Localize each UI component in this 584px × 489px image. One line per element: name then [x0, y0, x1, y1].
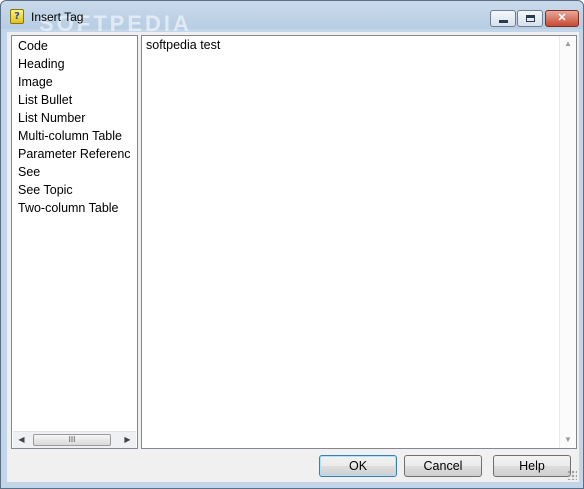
list-item[interactable]: See: [18, 163, 136, 181]
list-item[interactable]: Parameter Referenc: [18, 145, 136, 163]
close-button[interactable]: ✕: [545, 10, 579, 27]
cancel-button[interactable]: Cancel: [404, 455, 482, 477]
app-icon: ?: [10, 9, 24, 24]
scroll-up-icon[interactable]: ▲: [560, 36, 576, 52]
vertical-scrollbar[interactable]: ▲ ▼: [559, 36, 576, 448]
list-item[interactable]: Multi-column Table: [18, 127, 136, 145]
scroll-right-icon[interactable]: ▶: [119, 432, 136, 448]
dialog-client-area: Code Heading Image List Bullet List Numb…: [7, 32, 579, 482]
list-item[interactable]: Heading: [18, 55, 136, 73]
list-item[interactable]: See Topic: [18, 181, 136, 199]
ok-button[interactable]: OK: [319, 455, 397, 477]
resize-grip-icon[interactable]: [567, 470, 577, 480]
title-bar[interactable]: ? SOFTPEDIA Insert Tag ✕: [1, 1, 583, 36]
close-icon: ✕: [557, 12, 567, 24]
minimize-button[interactable]: [490, 10, 516, 27]
horizontal-scrollbar[interactable]: ◀ III ▶: [13, 431, 136, 448]
tag-text-editor[interactable]: softpedia test ▲ ▼: [141, 35, 577, 449]
maximize-button[interactable]: [517, 10, 543, 27]
help-button[interactable]: Help: [493, 455, 571, 477]
list-item[interactable]: Two-column Table: [18, 199, 136, 217]
maximize-icon: [526, 15, 535, 22]
list-item[interactable]: Image: [18, 73, 136, 91]
scroll-left-icon[interactable]: ◀: [13, 432, 30, 448]
list-item[interactable]: Code: [18, 37, 136, 55]
list-item[interactable]: List Bullet: [18, 91, 136, 109]
insert-tag-window: ? SOFTPEDIA Insert Tag ✕ Code Heading Im…: [0, 0, 584, 489]
scroll-down-icon[interactable]: ▼: [560, 432, 576, 448]
list-item[interactable]: List Number: [18, 109, 136, 127]
tag-list[interactable]: Code Heading Image List Bullet List Numb…: [11, 35, 138, 449]
scrollbar-thumb[interactable]: III: [33, 434, 111, 446]
editor-text[interactable]: softpedia test: [146, 38, 220, 52]
window-title: Insert Tag: [31, 10, 84, 24]
minimize-icon: [499, 20, 508, 23]
